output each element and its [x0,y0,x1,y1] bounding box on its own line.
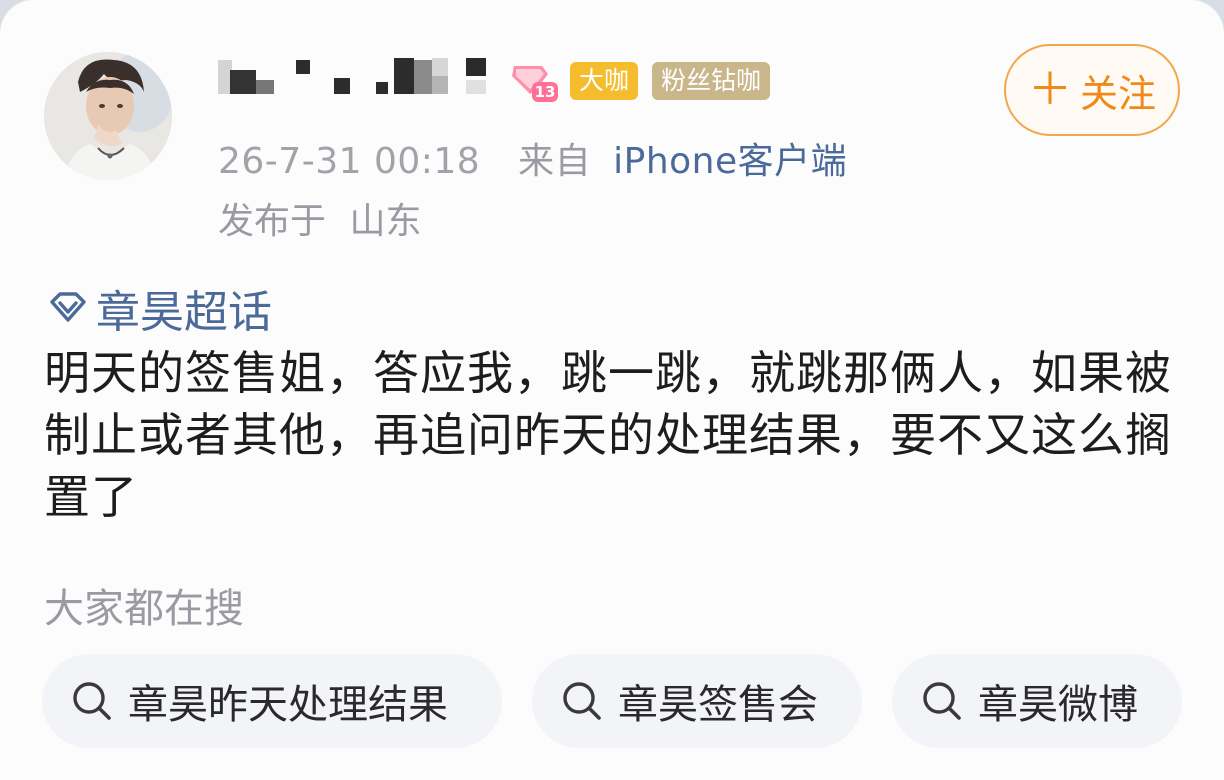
search-icon [563,682,601,720]
search-icon [923,682,961,720]
trending-search-label: 大家都在搜 [44,586,244,632]
source-device[interactable]: iPhone客户端 [613,141,847,182]
post-card: 13 大咖 粉丝钻咖 26-7-31 00:18 来自 iPhone客户端 发布… [0,0,1224,780]
avatar-image [44,52,172,180]
follow-button[interactable]: ＋ 关注 [1004,44,1180,136]
username-censored[interactable] [218,56,498,100]
super-topic-link[interactable]: 章昊超话 [46,276,272,340]
post-location: 发布于 山东 [218,192,421,244]
location-prefix: 发布于 [218,201,327,242]
daka-badge[interactable]: 大咖 [570,62,639,100]
search-chip[interactable]: 章昊微博 [892,654,1182,748]
vip-level-icon: 13 [512,66,558,102]
search-icon [73,682,111,720]
follow-label: 关注 [1079,71,1156,116]
plus-icon: ＋ [1027,64,1072,115]
svg-text:13: 13 [535,83,556,101]
post-content: 明天的签售姐，答应我，跳一跳，就跳那俩人，如果被制止或者其他，再追问昨天的处理结… [44,346,1172,524]
search-chip[interactable]: 章昊昨天处理结果 [42,654,502,748]
location-name: 山东 [349,201,422,242]
super-topic-label: 章昊超话 [96,287,272,338]
post-time: 26-7-31 00:18 [218,141,481,182]
avatar[interactable] [44,52,172,180]
search-chip-label: 章昊微博 [978,682,1138,728]
search-chip-label: 章昊签售会 [618,682,818,728]
source-prefix: 来自 [518,141,592,182]
fans-diamond-badge[interactable]: 粉丝钻咖 [652,62,771,100]
search-chip[interactable]: 章昊签售会 [532,654,862,748]
super-topic-diamond-icon [50,292,86,322]
post-meta: 26-7-31 00:18 来自 iPhone客户端 [218,132,847,184]
search-chip-label: 章昊昨天处理结果 [128,682,448,728]
